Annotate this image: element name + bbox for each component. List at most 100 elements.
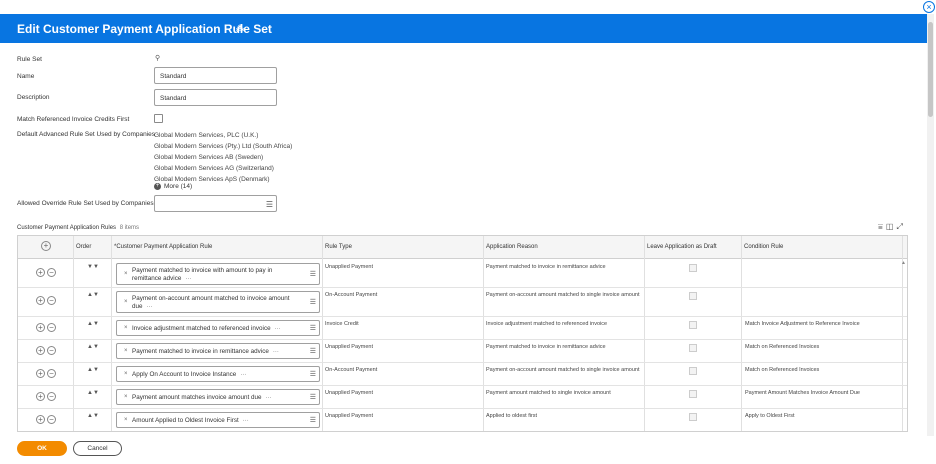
name-field[interactable]: Standard (154, 67, 277, 84)
close-icon[interactable]: × (923, 1, 935, 13)
fullscreen-icon[interactable]: ⤢ (896, 222, 902, 231)
list-icon[interactable]: ☰ (310, 270, 316, 278)
table-caption: Customer Payment Application Rules 8 ite… (17, 225, 139, 231)
rule-prompt[interactable]: × Apply On Account to Invoice Instance ··… (116, 366, 320, 382)
rules-grid: + Order *Customer Payment Application Ru… (17, 235, 908, 432)
remove-icon[interactable]: × (124, 417, 128, 423)
draft-checkbox[interactable] (689, 321, 697, 329)
dialog-header: Edit Customer Payment Application Rule S… (0, 14, 927, 43)
draft-checkbox[interactable] (689, 264, 697, 272)
cancel-button[interactable]: Cancel (73, 441, 122, 456)
more-icon[interactable]: ··· (240, 372, 246, 378)
list-icon[interactable]: ☰ (310, 370, 316, 378)
list-icon[interactable]: ☰ (310, 393, 316, 401)
more-icon[interactable]: ··· (266, 395, 272, 401)
add-row-icon[interactable]: + (41, 241, 51, 251)
reorder-control[interactable]: ▲▼ (87, 413, 99, 419)
rule-prompt[interactable]: × Invoice adjustment matched to referenc… (116, 320, 320, 336)
rule-prompt[interactable]: × Payment matched to invoice in remittan… (116, 343, 320, 359)
remove-icon[interactable]: × (124, 394, 128, 400)
list-icon[interactable]: ☰ (310, 324, 316, 332)
col-rule[interactable]: *Customer Payment Application Rule (114, 244, 212, 250)
remove-icon[interactable]: × (124, 299, 128, 305)
remove-row-icon[interactable]: − (47, 296, 56, 305)
remove-row-icon[interactable]: − (47, 346, 56, 355)
list-icon[interactable]: ☰ (310, 416, 316, 424)
remove-icon[interactable]: × (124, 371, 128, 377)
reorder-control[interactable]: ▲▼ (87, 390, 99, 396)
list-icon[interactable]: ☰ (266, 200, 273, 209)
remove-icon[interactable]: × (124, 325, 128, 331)
company-link[interactable]: Global Modern Services AG (Switzerland) (154, 165, 274, 172)
reorder-control[interactable]: ▼▼ (87, 264, 99, 270)
table-row: + − ▲▼ × Amount Applied to Oldest Invoice… (18, 409, 907, 431)
list-icon[interactable]: ☰ (310, 347, 316, 355)
match-checkbox[interactable] (154, 114, 163, 123)
rule-prompt[interactable]: × Payment amount matches invoice amount … (116, 389, 320, 405)
add-row-icon[interactable]: + (36, 296, 45, 305)
application-reason: Payment amount matched to single invoice… (486, 390, 611, 396)
remove-row-icon[interactable]: − (47, 323, 56, 332)
company-link[interactable]: Global Modern Services, PLC (U.K.) (154, 132, 258, 139)
condition-rule: Match Invoice Adjustment to Reference In… (745, 321, 860, 327)
remove-row-icon[interactable]: − (47, 268, 56, 277)
add-row-icon[interactable]: + (36, 323, 45, 332)
reorder-control[interactable]: ▲▼ (87, 321, 99, 327)
more-icon[interactable]: ··· (273, 349, 279, 355)
col-reason[interactable]: Application Reason (486, 244, 538, 250)
table-toolbar: ⩸ ◫ ⤢ (878, 222, 906, 232)
remove-row-icon[interactable]: − (47, 415, 56, 424)
table-row: + − ▲▼ × Payment matched to invoice in re… (18, 340, 907, 363)
more-icon[interactable]: ··· (147, 304, 153, 310)
condition-rule: Apply to Oldest First (745, 413, 795, 419)
related-actions-icon[interactable]: ⁂ (236, 24, 244, 33)
columns-icon[interactable]: ◫ (886, 222, 894, 231)
filter-icon[interactable]: ⩸ (878, 222, 883, 231)
add-row-icon[interactable]: + (36, 268, 45, 277)
col-draft[interactable]: Leave Application as Draft (647, 244, 717, 250)
add-row-icon[interactable]: + (36, 392, 45, 401)
description-field[interactable]: Standard (154, 89, 277, 106)
rule-value: Invoice adjustment matched to referenced… (132, 325, 281, 333)
list-icon[interactable]: ☰ (310, 298, 316, 306)
rule-value: Payment amount matches invoice amount du… (132, 394, 272, 402)
rule-text: Apply On Account to Invoice Instance (132, 371, 237, 378)
draft-checkbox[interactable] (689, 344, 697, 352)
remove-icon[interactable]: × (124, 348, 128, 354)
col-type[interactable]: Rule Type (325, 244, 352, 250)
rule-prompt[interactable]: × Payment matched to invoice with amount… (116, 263, 320, 285)
reorder-control[interactable]: ▲▼ (87, 292, 99, 298)
col-condition[interactable]: Condition Rule (744, 244, 783, 250)
more-icon[interactable]: ··· (243, 418, 249, 424)
company-link[interactable]: Global Modern Services AB (Sweden) (154, 154, 263, 161)
override-field[interactable]: ☰ (154, 195, 277, 212)
row-controls: + − (36, 346, 58, 355)
more-icon[interactable]: ··· (185, 276, 191, 282)
search-icon[interactable]: ⚲ (155, 54, 160, 62)
ok-button[interactable]: OK (17, 441, 67, 456)
page-scrollbar-thumb[interactable] (928, 22, 933, 117)
rule-prompt[interactable]: × Payment on-account amount matched to i… (116, 291, 320, 313)
draft-checkbox[interactable] (689, 390, 697, 398)
col-order[interactable]: Order (76, 244, 91, 250)
item-count: 8 items (119, 225, 140, 231)
draft-checkbox[interactable] (689, 367, 697, 375)
condition-rule: Payment Amount Matches Invoice Amount Du… (745, 390, 860, 396)
draft-checkbox[interactable] (689, 292, 697, 300)
grid-header: + Order *Customer Payment Application Ru… (18, 236, 907, 259)
company-link[interactable]: Global Modern Services ApS (Denmark) (154, 176, 270, 183)
add-row-icon[interactable]: + (36, 369, 45, 378)
more-companies-link[interactable]: + More (14) (154, 183, 192, 190)
draft-checkbox[interactable] (689, 413, 697, 421)
remove-row-icon[interactable]: − (47, 369, 56, 378)
reorder-control[interactable]: ▲▼ (87, 367, 99, 373)
remove-icon[interactable]: × (124, 271, 128, 277)
add-row-icon[interactable]: + (36, 346, 45, 355)
more-icon[interactable]: ··· (275, 326, 281, 332)
rule-value: Payment on-account amount matched to inv… (132, 295, 300, 311)
company-link[interactable]: Global Modern Services (Pty.) Ltd (South… (154, 143, 292, 150)
rule-prompt[interactable]: × Amount Applied to Oldest Invoice First… (116, 412, 320, 428)
add-row-icon[interactable]: + (36, 415, 45, 424)
remove-row-icon[interactable]: − (47, 392, 56, 401)
reorder-control[interactable]: ▲▼ (87, 344, 99, 350)
